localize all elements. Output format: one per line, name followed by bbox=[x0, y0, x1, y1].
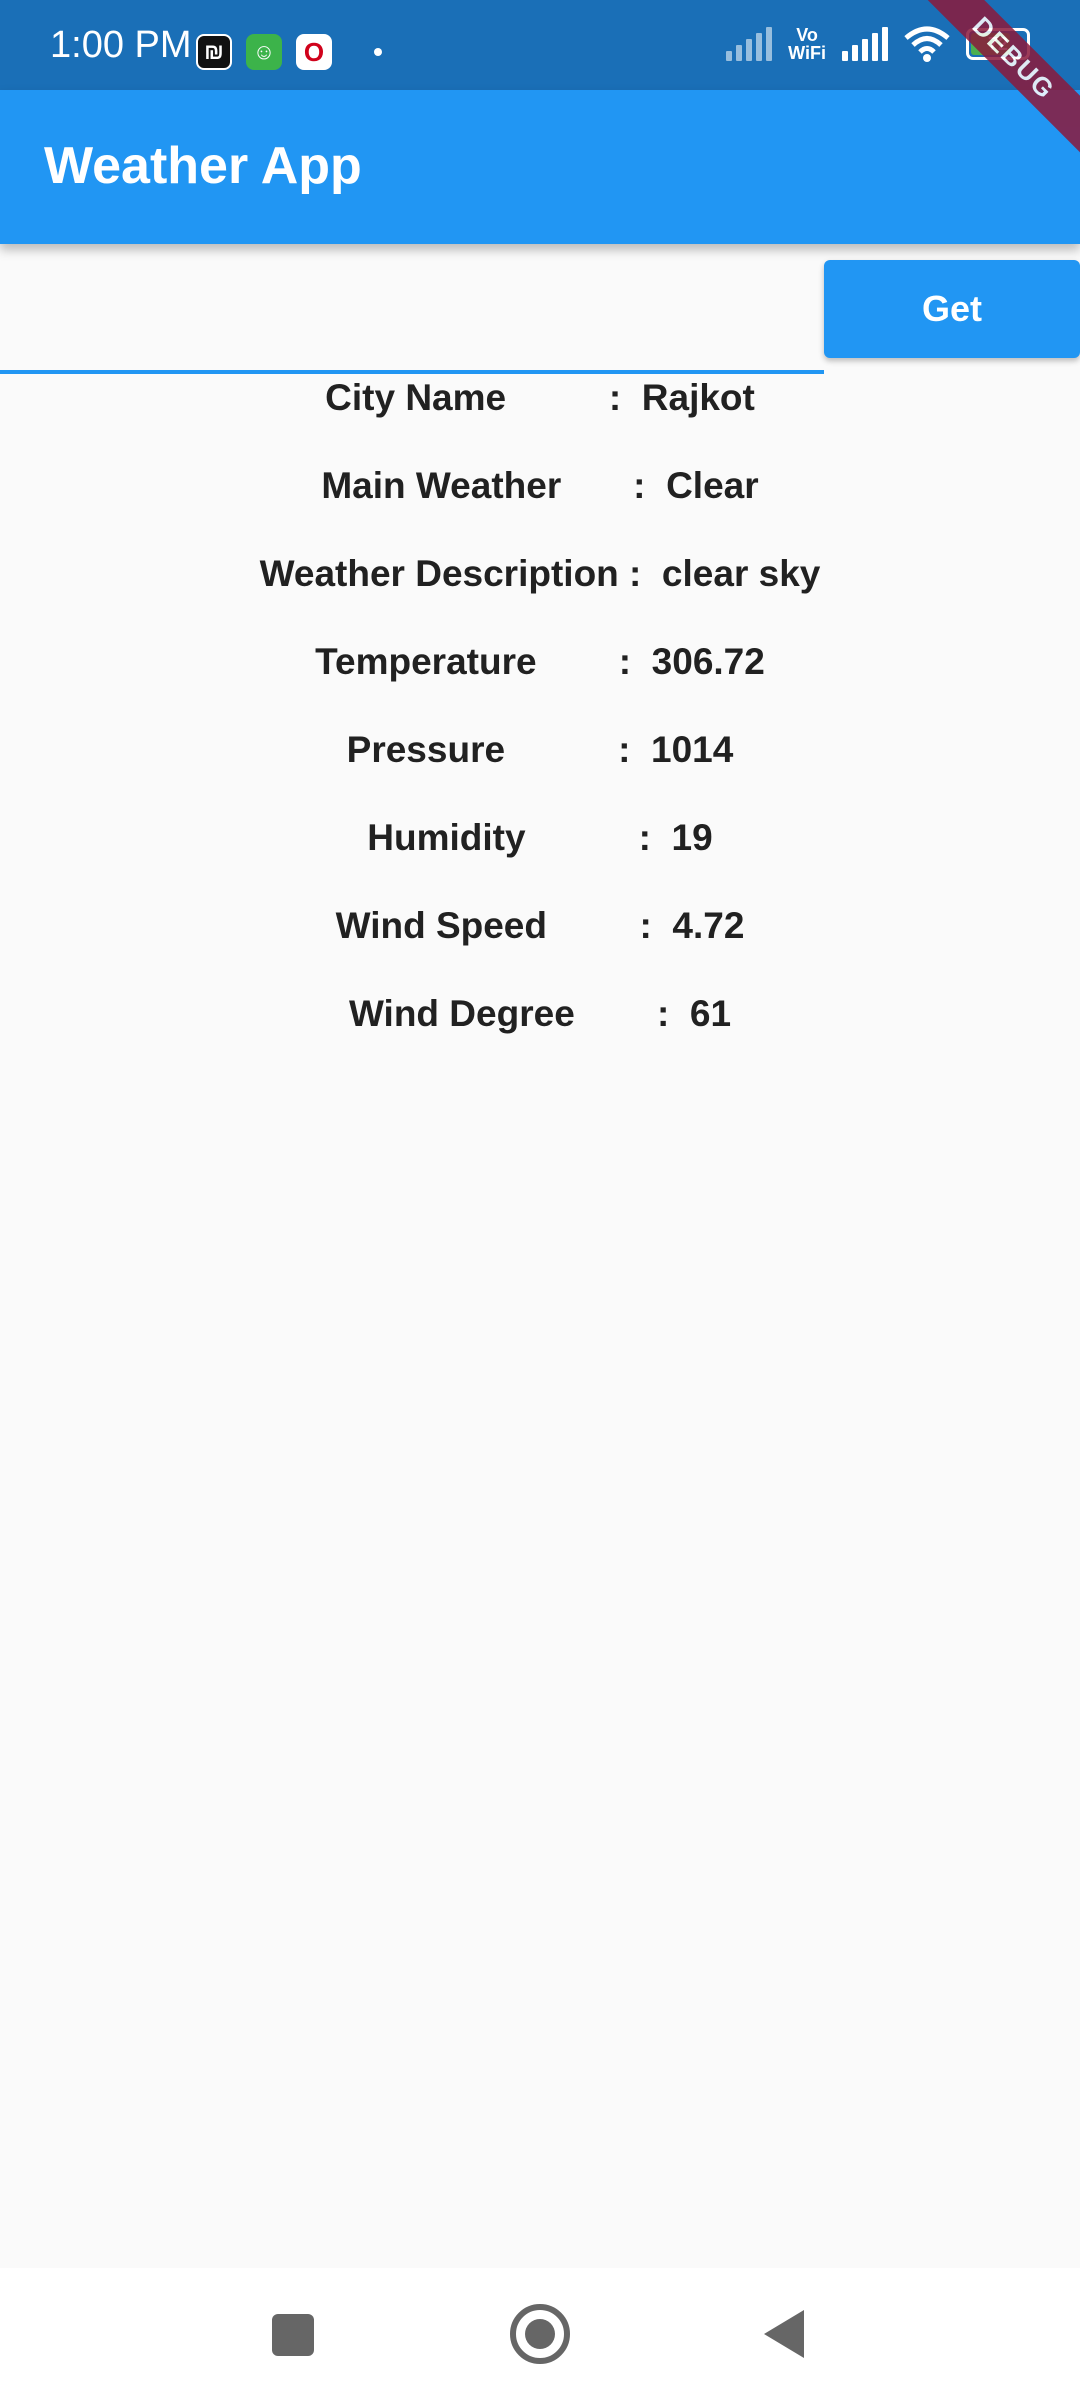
wind-degree-row: Wind Degree : 61 bbox=[348, 993, 732, 1034]
wind-speed-row: Wind Speed : 4.72 bbox=[335, 905, 745, 946]
get-button[interactable]: Get bbox=[824, 260, 1080, 358]
nfc-app-icon: ₪ bbox=[196, 34, 232, 70]
navigation-bar bbox=[0, 2268, 1080, 2400]
temperature-row: Temperature : 306.72 bbox=[315, 641, 765, 682]
opera-icon: O bbox=[296, 34, 332, 70]
vowifi-label-top: Vo bbox=[796, 25, 818, 45]
main-weather-row: Main Weather : Clear bbox=[321, 465, 759, 506]
more-notifications-dot-icon bbox=[374, 48, 382, 56]
notification-icons: ₪ ☺ O bbox=[196, 34, 382, 70]
app-title: Weather App bbox=[44, 137, 362, 195]
weather-description-row: Weather Description : clear sky bbox=[259, 553, 821, 594]
pressure-row: Pressure : 1014 bbox=[346, 729, 734, 770]
home-icon[interactable] bbox=[510, 2304, 570, 2364]
app-bar: Weather App bbox=[0, 90, 1080, 244]
android-app-icon: ☺ bbox=[246, 34, 282, 70]
back-icon[interactable] bbox=[764, 2310, 804, 2358]
vowifi-label-bottom: WiFi bbox=[788, 43, 826, 63]
city-input[interactable] bbox=[0, 262, 824, 374]
humidity-row: Humidity : 19 bbox=[367, 817, 713, 858]
weather-info: City Name : Rajkot Main Weather : Clear … bbox=[0, 370, 1080, 1074]
wifi-icon bbox=[904, 26, 950, 62]
city-name-row: City Name : Rajkot bbox=[325, 377, 755, 418]
status-bar: 1:00 PM ₪ ☺ O Vo WiFi 72 bbox=[0, 0, 1080, 90]
signal-icon bbox=[842, 27, 888, 61]
recents-icon[interactable] bbox=[272, 2314, 314, 2356]
vowifi-icon: Vo WiFi bbox=[788, 26, 826, 62]
signal-icon bbox=[726, 27, 773, 61]
status-time: 1:00 PM bbox=[50, 24, 192, 66]
